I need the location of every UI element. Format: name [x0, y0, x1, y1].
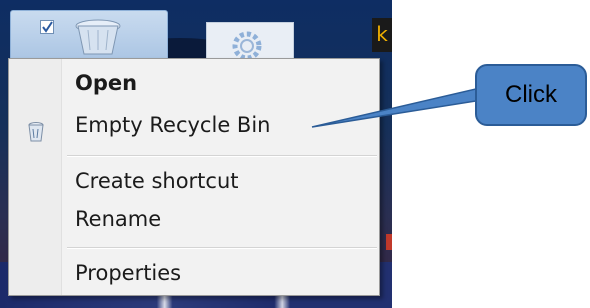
click-callout: Click [475, 64, 587, 126]
callout-pointer [311, 87, 483, 128]
callout-label: Click [505, 81, 557, 108]
